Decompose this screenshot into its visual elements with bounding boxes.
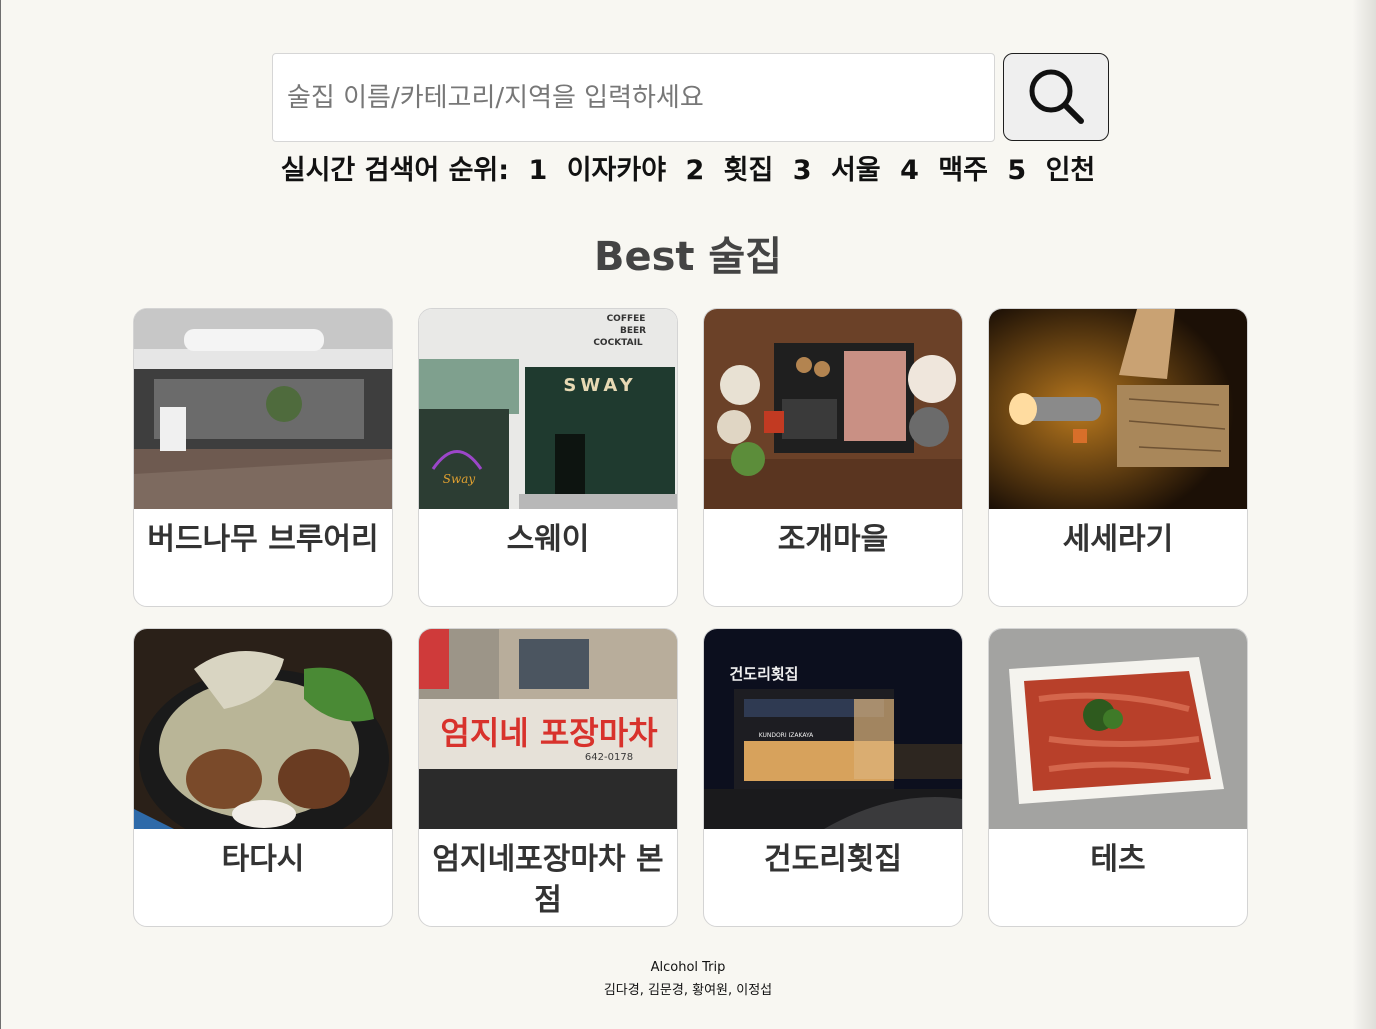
- trending-term-4[interactable]: 맥주: [938, 155, 988, 186]
- footer-authors: 김다경, 김문경, 황여원, 이정섭: [603, 983, 773, 998]
- bar-card-kundori[interactable]: 건도리횟집 KUNDORI IZAKAYA 건도리횟집: [703, 628, 963, 927]
- footer: Alcohol Trip 김다경, 김문경, 황여원, 이정섭: [0, 956, 1376, 1002]
- bar-photo: [989, 629, 1247, 829]
- search-button[interactable]: [1003, 53, 1109, 141]
- search-input[interactable]: [272, 53, 995, 142]
- bar-photo: [704, 309, 962, 509]
- trending-rank: 4: [900, 155, 919, 186]
- bar-name: 세세라기: [1062, 522, 1174, 557]
- trending-rank: 5: [1007, 155, 1027, 186]
- bar-name: 조개마을: [777, 522, 889, 557]
- bar-card-jogae[interactable]: 조개마을: [703, 308, 963, 607]
- bar-name: 스웨이: [506, 522, 590, 557]
- svg-text:BEER: BEER: [620, 326, 646, 336]
- trending-searches: 실시간 검색어 순위: 1 이자카야 2 횟집 3 서울 4 맥주 5 인천: [0, 148, 1376, 187]
- trending-rank: 3: [792, 155, 812, 186]
- svg-text:COFFEE: COFFEE: [607, 314, 646, 324]
- bar-card-umjine[interactable]: 엄지네 포장마차 642-0178 엄지네포장마차 본점: [418, 628, 678, 927]
- trending-term-2[interactable]: 횟집: [724, 155, 774, 186]
- svg-text:건도리횟집: 건도리횟집: [729, 665, 798, 683]
- trending-rank: 1: [528, 155, 548, 186]
- bar-card-sesaragi[interactable]: 세세라기: [988, 308, 1248, 607]
- trending-term-5[interactable]: 인천: [1046, 155, 1096, 186]
- svg-text:엄지네 포장마차: 엄지네 포장마차: [440, 714, 658, 752]
- bar-card-tadashi[interactable]: 타다시: [133, 628, 393, 927]
- bar-card-buddnamu[interactable]: 버드나무 브루어리: [133, 308, 393, 607]
- bar-name: 테츠: [1090, 842, 1146, 877]
- bar-photo: [989, 309, 1247, 509]
- bar-name: 건도리횟집: [764, 842, 902, 877]
- search-bar: [272, 53, 1109, 142]
- bar-card-tetsu[interactable]: 테츠: [988, 628, 1248, 927]
- bar-photo: SWAY COFFEE BEER COCKTAIL Sway: [419, 309, 677, 509]
- bar-photo: [134, 309, 392, 509]
- best-section-title: Best 술집: [593, 234, 783, 280]
- bar-card-sway[interactable]: SWAY COFFEE BEER COCKTAIL Sway 스웨이: [418, 308, 678, 607]
- bar-photo: 건도리횟집 KUNDORI IZAKAYA: [704, 629, 962, 829]
- trending-rank: 2: [685, 155, 705, 186]
- bar-name: 엄지네포장마차 본점: [432, 842, 664, 918]
- svg-text:Sway: Sway: [443, 472, 476, 486]
- trending-term-1[interactable]: 이자카야: [567, 155, 666, 186]
- svg-text:KUNDORI IZAKAYA: KUNDORI IZAKAYA: [759, 732, 814, 739]
- bar-name: 버드나무 브루어리: [147, 522, 379, 557]
- bar-name: 타다시: [221, 842, 305, 877]
- footer-title: Alcohol Trip: [650, 960, 726, 975]
- svg-text:SWAY: SWAY: [563, 375, 636, 396]
- bar-photo: 엄지네 포장마차 642-0178: [419, 629, 677, 829]
- svg-text:642-0178: 642-0178: [585, 752, 633, 763]
- svg-text:COCKTAIL: COCKTAIL: [593, 338, 643, 348]
- trending-label: 실시간 검색어 순위:: [280, 155, 510, 186]
- bar-photo: [134, 629, 392, 829]
- search-icon: [1025, 65, 1087, 130]
- trending-term-3[interactable]: 서울: [831, 155, 881, 186]
